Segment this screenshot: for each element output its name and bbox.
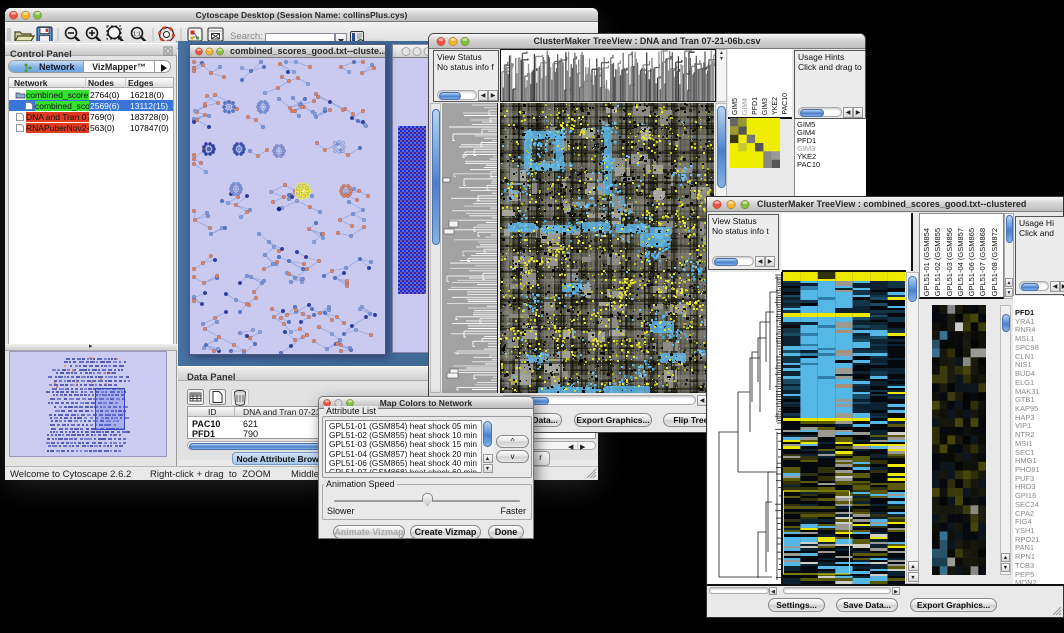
svg-text:1:1: 1:1: [133, 32, 141, 38]
